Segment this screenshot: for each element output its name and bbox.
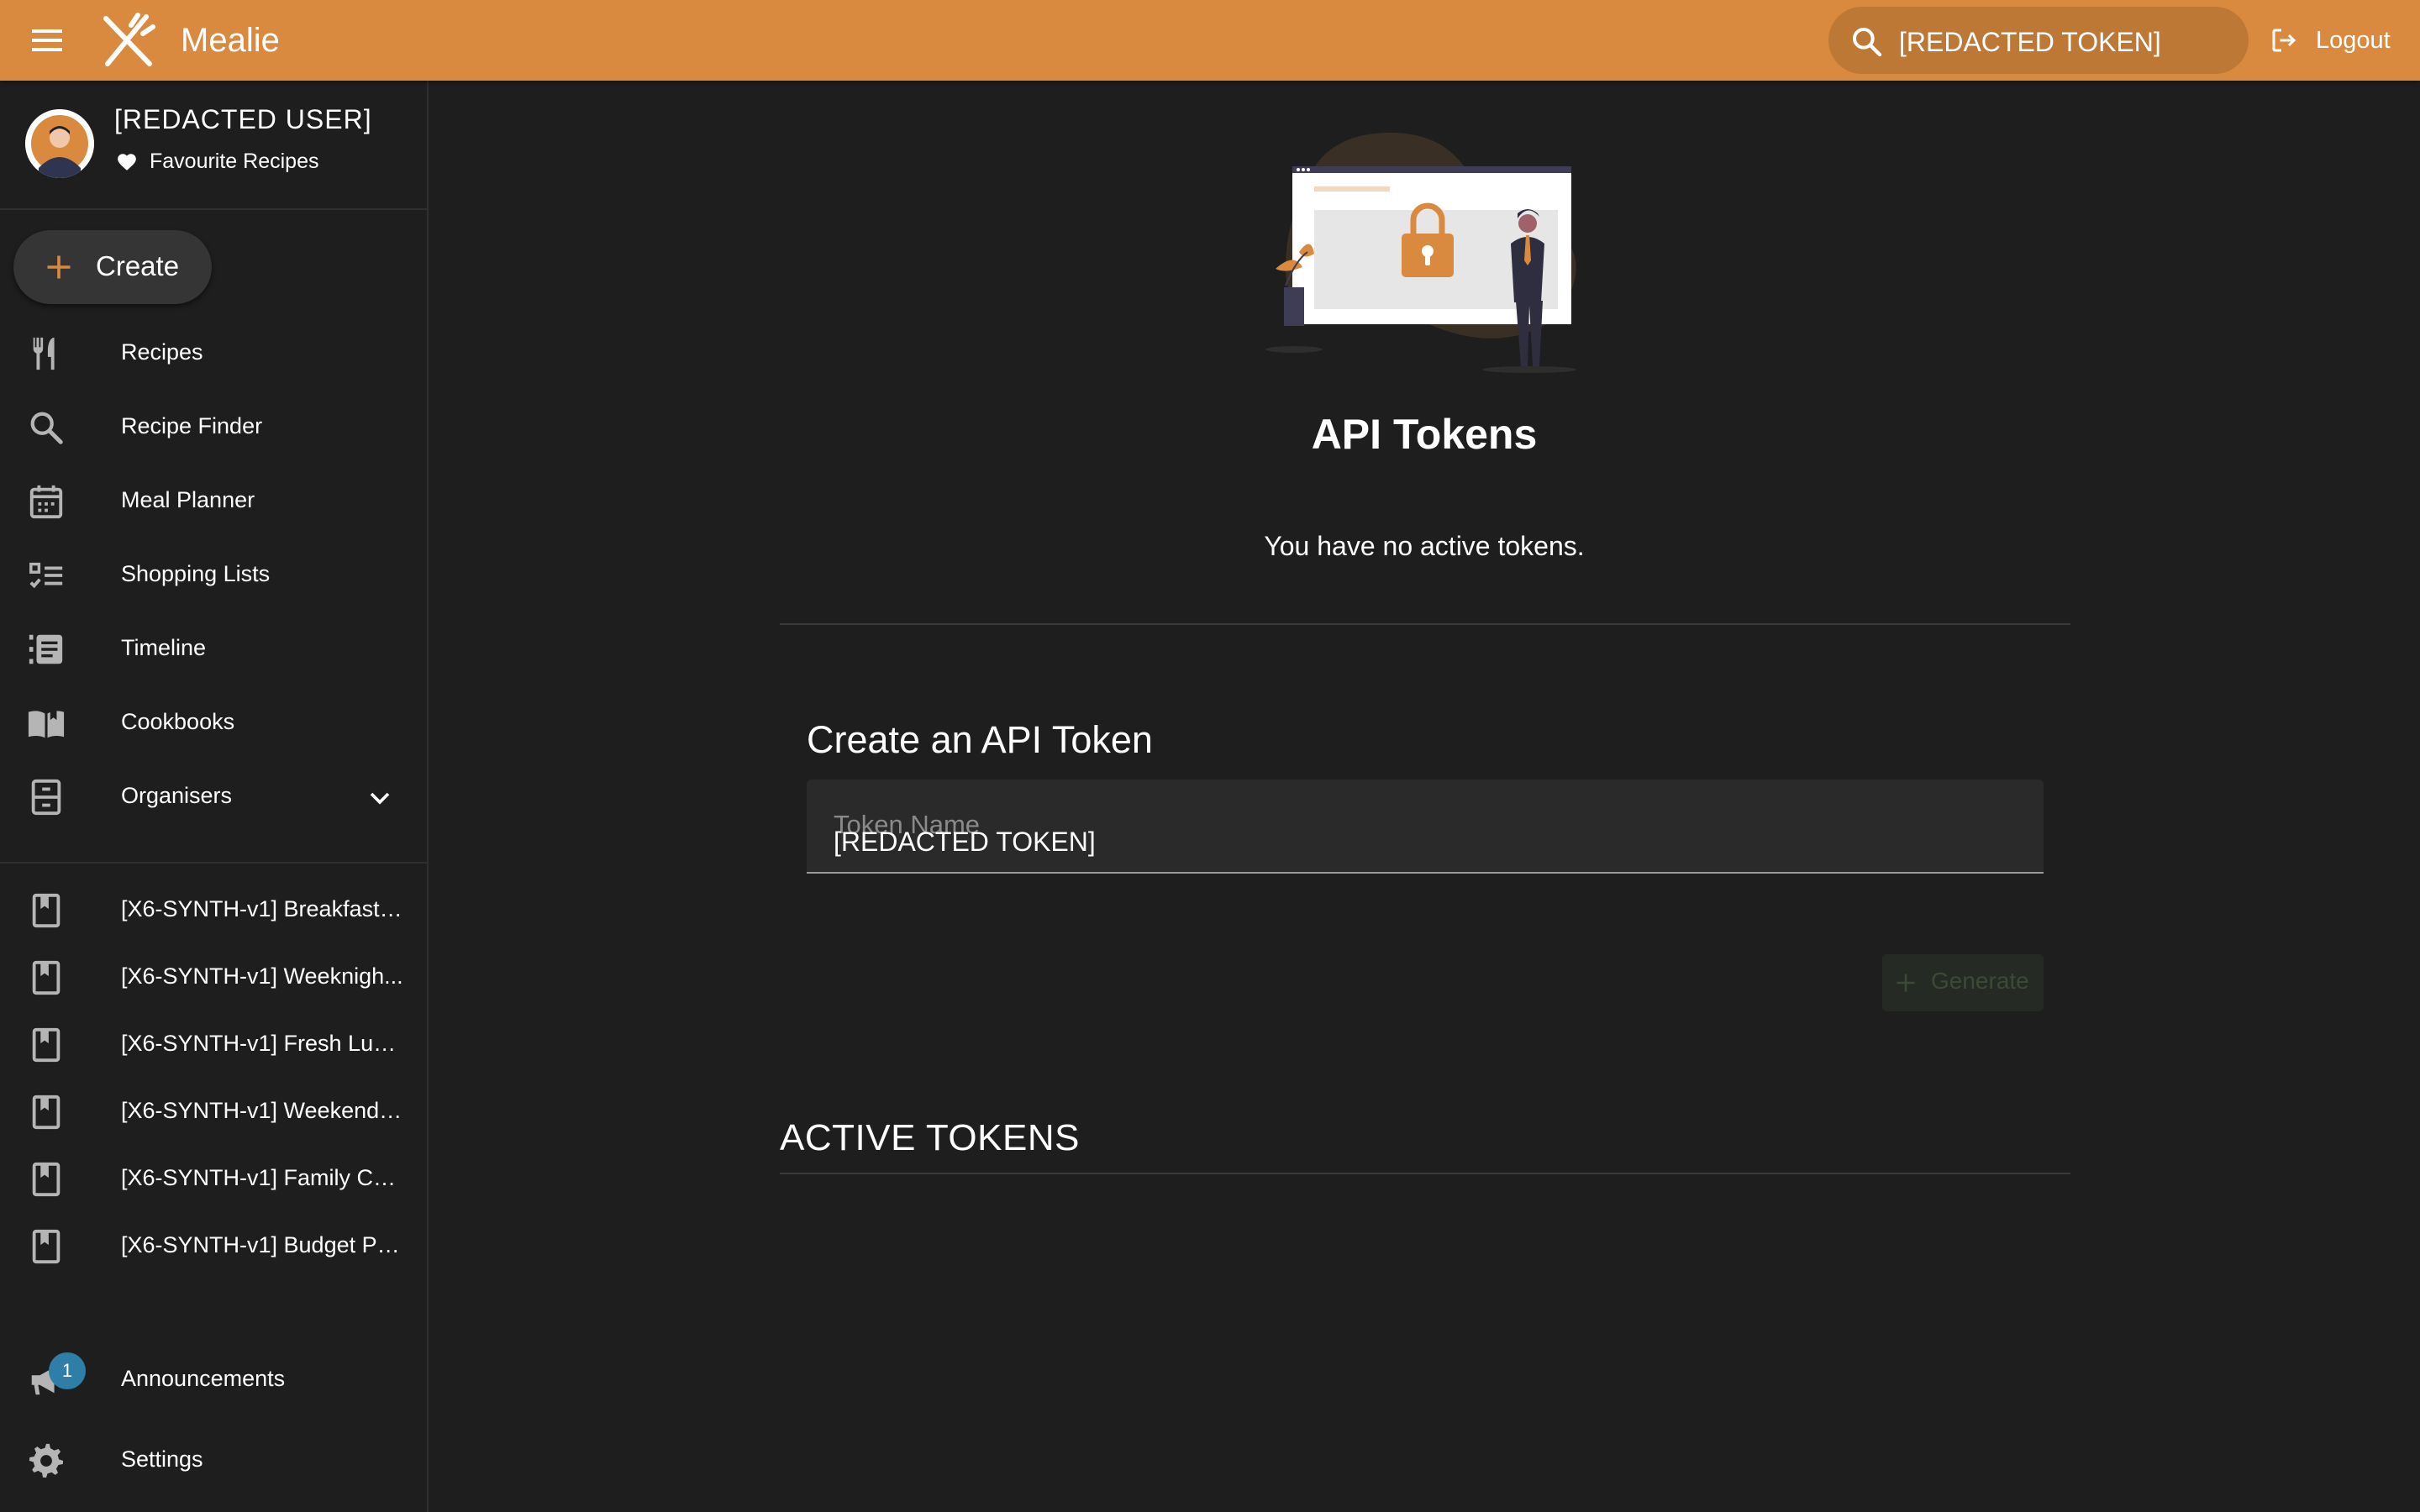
sidebar-item-cookbooks[interactable]: Cookbooks <box>0 689 427 756</box>
hamburger-icon <box>32 29 62 51</box>
sidebar-item-label: Cookbooks <box>121 709 235 734</box>
notification-badge: 1 <box>49 1352 86 1389</box>
checklist-icon <box>29 562 63 589</box>
heart-icon <box>118 153 136 171</box>
search-input[interactable]: [REDACTED TOKEN] <box>1828 7 2249 74</box>
bookmark-book-icon <box>32 1229 60 1264</box>
calendar-icon <box>29 485 63 519</box>
generate-button[interactable]: Generate <box>1882 954 2044 1011</box>
sidebar-item-settings[interactable]: Settings <box>0 1426 427 1494</box>
token-name-field[interactable]: Token Name [REDACTED TOKEN] <box>807 780 2044 874</box>
page-title: API Tokens <box>1311 411 1538 458</box>
app-title[interactable]: Mealie <box>181 20 280 60</box>
bookmark-book-icon <box>32 1027 60 1063</box>
menu-button[interactable] <box>25 20 69 60</box>
plus-icon <box>47 255 71 279</box>
user-profile: [REDACTED USER] Favourite Recipes <box>0 81 427 208</box>
bookmark-book-icon <box>32 893 60 928</box>
sidebar-item-label: Settings <box>121 1446 203 1472</box>
sidebar-item-label: [X6-SYNTH-v1] Family Co... <box>121 1165 403 1190</box>
sidebar-cookbook-item[interactable]: [X6-SYNTH-v1] Weeknigh... <box>0 943 427 1011</box>
sidebar-item-announcements[interactable]: 1 Announcements <box>0 1346 427 1413</box>
timeline-icon <box>29 634 63 664</box>
active-tokens-heading: ACTIVE TOKENS <box>780 1117 1080 1158</box>
cutlery-icon <box>33 337 55 370</box>
security-illustration <box>1265 132 1576 373</box>
sidebar-cookbook-item[interactable]: [X6-SYNTH-v1] Breakfast ... <box>0 876 427 943</box>
sidebar-item-recipe-finder[interactable]: Recipe Finder <box>0 393 427 460</box>
bookmark-book-icon <box>32 1162 60 1197</box>
create-label: Create <box>96 250 180 281</box>
favourite-recipes-link[interactable]: Favourite Recipes <box>116 150 318 174</box>
sidebar-item-label: [X6-SYNTH-v1] Weeknigh... <box>121 963 403 989</box>
sidebar-item-label: Meal Planner <box>121 487 255 512</box>
sidebar-cookbook-item[interactable]: [X6-SYNTH-v1] Family Co... <box>0 1145 427 1212</box>
logout-label: Logout <box>2316 26 2391 54</box>
generate-label: Generate <box>1931 968 2029 994</box>
mealie-logo-icon <box>103 13 155 66</box>
gear-icon <box>29 1443 64 1478</box>
sidebar-item-recipes[interactable]: Recipes <box>0 319 427 386</box>
avatar[interactable] <box>25 109 94 178</box>
user-avatar-icon <box>25 109 94 178</box>
sidebar-item-label: [X6-SYNTH-v1] Breakfast ... <box>121 896 403 921</box>
file-cabinet-icon <box>31 779 61 816</box>
search-value[interactable]: [REDACTED TOKEN] <box>1899 27 2161 57</box>
sidebar-item-label: Recipe Finder <box>121 413 263 438</box>
app-bar: Mealie [REDACTED TOKEN] Logout <box>0 0 2420 81</box>
search-icon <box>1853 28 1882 57</box>
search-icon <box>30 412 63 444</box>
sidebar: [REDACTED USER] Favourite Recipes Create… <box>0 81 429 1512</box>
sidebar-item-label: Announcements <box>121 1366 286 1391</box>
bookmark-book-icon <box>32 1095 60 1130</box>
sidebar-item-organisers[interactable]: Organisers <box>0 763 427 830</box>
sidebar-item-label: Shopping Lists <box>121 561 271 586</box>
sidebar-item-timeline[interactable]: Timeline <box>0 615 427 682</box>
token-name-value[interactable]: [REDACTED TOKEN] <box>834 827 1096 858</box>
sidebar-item-meal-planner[interactable]: Meal Planner <box>0 467 427 534</box>
empty-state-message: You have no active tokens. <box>1264 531 1585 561</box>
sidebar-cookbook-item[interactable]: [X6-SYNTH-v1] Weekend ... <box>0 1078 427 1145</box>
sidebar-item-label: Recipes <box>121 339 203 365</box>
divider <box>0 208 427 210</box>
logout-button[interactable]: Logout <box>2269 20 2391 60</box>
sidebar-item-label: Timeline <box>121 635 207 660</box>
divider <box>0 862 427 864</box>
bookmark-book-icon <box>32 960 60 995</box>
divider <box>780 623 2070 625</box>
sidebar-item-shopping-lists[interactable]: Shopping Lists <box>0 541 427 608</box>
sidebar-item-label: Organisers <box>121 783 233 808</box>
create-token-heading: Create an API Token <box>807 718 1153 761</box>
sidebar-item-label: [X6-SYNTH-v1] Weekend ... <box>121 1098 403 1123</box>
user-name: [REDACTED USER] <box>114 104 372 134</box>
sidebar-item-label: [X6-SYNTH-v1] Budget Pa... <box>121 1232 403 1257</box>
divider <box>780 1173 2070 1174</box>
favourite-recipes-label: Favourite Recipes <box>150 150 319 173</box>
sidebar-cookbook-item[interactable]: [X6-SYNTH-v1] Fresh Lun... <box>0 1011 427 1078</box>
logout-icon <box>2272 29 2296 52</box>
book-open-icon <box>28 708 65 738</box>
sidebar-item-label: [X6-SYNTH-v1] Fresh Lun... <box>121 1031 403 1056</box>
plus-icon <box>1897 974 1915 992</box>
chevron-down-icon[interactable] <box>363 781 397 815</box>
create-button[interactable]: Create <box>13 230 212 304</box>
sidebar-cookbook-item[interactable]: [X6-SYNTH-v1] Budget Pa... <box>0 1212 427 1279</box>
